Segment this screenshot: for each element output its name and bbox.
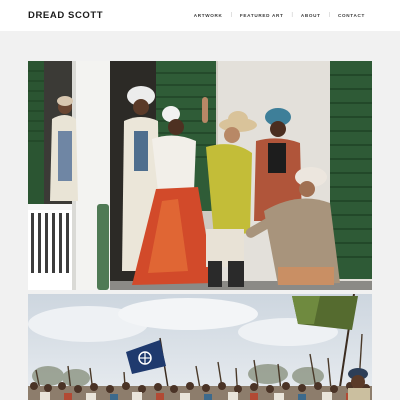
nav-separator: | [230, 12, 232, 18]
nav-artwork[interactable]: ARTWORK [194, 13, 223, 18]
crowd-scene-image [28, 294, 372, 400]
site-header: DREAD SCOTT ARTWORK | FEATURED ART | ABO… [0, 0, 400, 31]
main-nav: ARTWORK | FEATURED ART | ABOUT | CONTACT [194, 12, 365, 18]
gallery-photo-crowd-scene[interactable] [28, 294, 372, 400]
nav-separator: | [291, 12, 293, 18]
nav-featured-art[interactable]: FEATURED ART [240, 13, 284, 18]
porch-scene-image [28, 61, 372, 290]
nav-contact[interactable]: CONTACT [338, 13, 365, 18]
gallery-photo-porch-scene[interactable] [28, 61, 372, 290]
nav-about[interactable]: ABOUT [301, 13, 321, 18]
nav-separator: | [328, 12, 330, 18]
site-brand-link[interactable]: DREAD SCOTT [28, 10, 103, 21]
